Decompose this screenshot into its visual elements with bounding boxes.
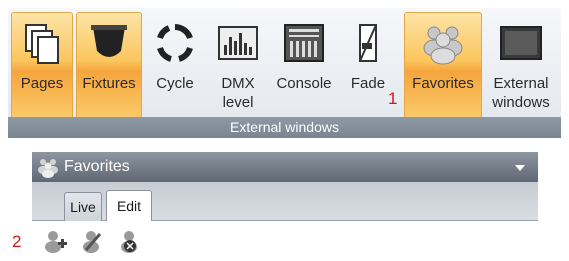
fixtures-icon [91, 25, 127, 57]
cycle-label: Cycle [156, 75, 194, 92]
fixtures-label: Fixtures [82, 75, 136, 92]
close-icon[interactable]: ✕ [540, 152, 553, 180]
console-button[interactable]: Console [270, 12, 338, 120]
tab-bar: Live Edit [32, 182, 538, 222]
pages-label: Pages [20, 75, 64, 92]
panel-title-bar[interactable]: Favorites ✕ [32, 152, 553, 182]
favorites-label: Favorites [412, 75, 474, 92]
favorites-icon [423, 26, 463, 65]
add-favorite-icon[interactable] [42, 228, 68, 254]
group-caption: External windows [8, 117, 561, 138]
dmx-level-label: DMX level [221, 75, 255, 111]
edit-favorite-icon[interactable] [80, 228, 106, 254]
pages-icon [25, 24, 59, 64]
console-icon [284, 24, 324, 62]
cycle-icon [157, 24, 193, 62]
delete-favorite-icon[interactable] [118, 228, 144, 254]
marker-1: 1 [388, 89, 398, 108]
external-windows-icon [500, 26, 542, 60]
favorites-small-icon [38, 159, 58, 178]
marker-2: 2 [12, 232, 22, 251]
tab-edit[interactable]: Edit [106, 190, 152, 222]
dmx-level-button[interactable]: DMX level [208, 12, 268, 120]
pages-button[interactable]: Pages [11, 12, 73, 120]
dmx-level-icon [218, 26, 258, 60]
cycle-button[interactable]: Cycle [146, 12, 204, 120]
fade-icon [359, 24, 377, 62]
favorites-button[interactable]: Favorites [404, 12, 482, 120]
tab-live[interactable]: Live [64, 192, 102, 221]
panel-toolbar [32, 221, 538, 261]
fixtures-button[interactable]: Fixtures [76, 12, 142, 120]
fade-label: Fade [350, 75, 386, 92]
console-label: Console [276, 75, 332, 92]
external-windows-button[interactable]: External windows [484, 12, 558, 125]
panel-menu-arrow-icon[interactable] [515, 165, 525, 171]
fade-button[interactable]: Fade [341, 12, 395, 120]
panel-title: Favorites [64, 158, 130, 175]
